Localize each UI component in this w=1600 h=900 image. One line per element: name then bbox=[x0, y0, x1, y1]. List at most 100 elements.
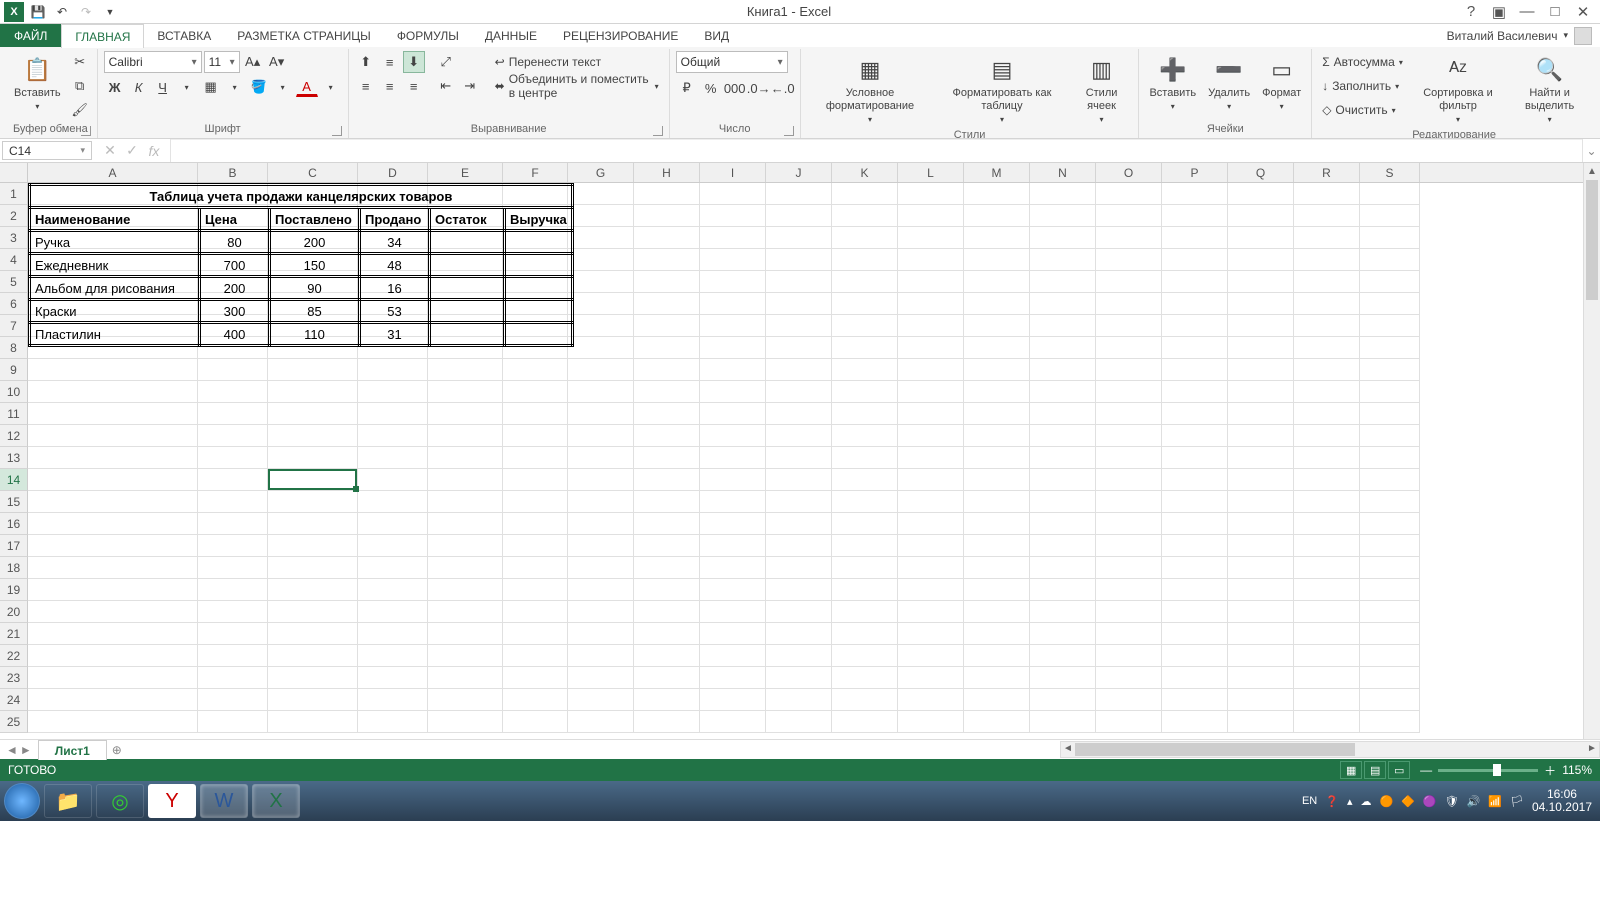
cell[interactable] bbox=[503, 183, 568, 205]
cell[interactable] bbox=[568, 579, 634, 601]
cell[interactable] bbox=[1360, 667, 1420, 689]
cell[interactable] bbox=[1360, 183, 1420, 205]
tray-icon[interactable]: 🟣 bbox=[1423, 795, 1437, 808]
cell[interactable] bbox=[898, 667, 964, 689]
formula-input[interactable] bbox=[171, 139, 1582, 162]
cell[interactable] bbox=[268, 645, 358, 667]
cell[interactable] bbox=[28, 513, 198, 535]
cell[interactable] bbox=[1294, 491, 1360, 513]
cell[interactable] bbox=[1030, 491, 1096, 513]
orientation-button[interactable]: ⤢ bbox=[435, 51, 457, 73]
cell[interactable] bbox=[1162, 491, 1228, 513]
borders-button[interactable]: ▦ bbox=[200, 76, 222, 98]
cell[interactable] bbox=[832, 271, 898, 293]
cell[interactable] bbox=[1030, 469, 1096, 491]
cell[interactable] bbox=[766, 227, 832, 249]
app-taskbar-button[interactable]: ◎ bbox=[96, 784, 144, 818]
cell[interactable] bbox=[28, 315, 198, 337]
cell[interactable] bbox=[198, 623, 268, 645]
cell[interactable] bbox=[964, 425, 1030, 447]
cell[interactable] bbox=[268, 359, 358, 381]
user-account[interactable]: Виталий Василевич ▾ bbox=[1439, 24, 1600, 47]
paste-button[interactable]: 📋 Вставить ▾ bbox=[10, 51, 65, 115]
cell[interactable] bbox=[964, 205, 1030, 227]
cell[interactable] bbox=[634, 315, 700, 337]
cell[interactable] bbox=[766, 381, 832, 403]
cell[interactable] bbox=[568, 711, 634, 733]
cell[interactable] bbox=[1096, 645, 1162, 667]
cell[interactable] bbox=[832, 601, 898, 623]
cell[interactable] bbox=[1030, 337, 1096, 359]
cell[interactable] bbox=[428, 183, 503, 205]
zoom-control[interactable]: — ＋ 115% bbox=[1420, 762, 1592, 779]
cell[interactable] bbox=[634, 227, 700, 249]
cell[interactable] bbox=[1162, 359, 1228, 381]
cell[interactable] bbox=[268, 249, 358, 271]
cell[interactable] bbox=[832, 359, 898, 381]
cell[interactable] bbox=[1360, 535, 1420, 557]
row-header[interactable]: 23 bbox=[0, 667, 28, 689]
cell[interactable] bbox=[358, 689, 428, 711]
row-header[interactable]: 21 bbox=[0, 623, 28, 645]
row-header[interactable]: 25 bbox=[0, 711, 28, 733]
cell[interactable] bbox=[428, 425, 503, 447]
excel-taskbar-button[interactable]: X bbox=[252, 784, 300, 818]
cell[interactable] bbox=[1096, 623, 1162, 645]
cell[interactable] bbox=[503, 623, 568, 645]
cell[interactable] bbox=[1228, 271, 1294, 293]
cell[interactable] bbox=[503, 337, 568, 359]
row-header[interactable]: 9 bbox=[0, 359, 28, 381]
cell[interactable] bbox=[1228, 689, 1294, 711]
clock[interactable]: 16:0604.10.2017 bbox=[1532, 788, 1592, 814]
cell[interactable] bbox=[766, 447, 832, 469]
cell[interactable] bbox=[358, 183, 428, 205]
cell[interactable] bbox=[28, 557, 198, 579]
cell[interactable] bbox=[898, 227, 964, 249]
cell[interactable] bbox=[568, 403, 634, 425]
cell[interactable] bbox=[700, 711, 766, 733]
cell[interactable] bbox=[1096, 557, 1162, 579]
cell[interactable] bbox=[1030, 623, 1096, 645]
cell[interactable] bbox=[898, 403, 964, 425]
cell[interactable] bbox=[1360, 293, 1420, 315]
cell[interactable] bbox=[1360, 579, 1420, 601]
cell[interactable] bbox=[700, 535, 766, 557]
cell[interactable] bbox=[198, 513, 268, 535]
cell[interactable] bbox=[700, 227, 766, 249]
cell[interactable] bbox=[28, 337, 198, 359]
cell[interactable] bbox=[358, 249, 428, 271]
cell[interactable] bbox=[1162, 425, 1228, 447]
row-header[interactable]: 3 bbox=[0, 227, 28, 249]
cell[interactable] bbox=[568, 491, 634, 513]
column-header[interactable]: E bbox=[428, 163, 503, 182]
column-header[interactable]: K bbox=[832, 163, 898, 182]
tray-icon[interactable]: 🟠 bbox=[1379, 795, 1393, 808]
cell[interactable] bbox=[634, 205, 700, 227]
cell[interactable] bbox=[1096, 601, 1162, 623]
cell[interactable] bbox=[198, 469, 268, 491]
cell[interactable] bbox=[428, 689, 503, 711]
fill-button[interactable]: ↓Заполнить▾ bbox=[1318, 75, 1407, 97]
cell[interactable] bbox=[1228, 623, 1294, 645]
cell[interactable] bbox=[964, 513, 1030, 535]
cell[interactable] bbox=[268, 381, 358, 403]
cell[interactable] bbox=[428, 359, 503, 381]
cell[interactable] bbox=[503, 601, 568, 623]
enter-formula-button[interactable]: ✓ bbox=[122, 142, 142, 159]
cell[interactable] bbox=[700, 601, 766, 623]
cell[interactable] bbox=[568, 381, 634, 403]
cell[interactable] bbox=[428, 623, 503, 645]
ribbon-options-button[interactable]: ▣ bbox=[1488, 2, 1510, 22]
cell[interactable] bbox=[428, 513, 503, 535]
cell[interactable] bbox=[634, 425, 700, 447]
cell[interactable] bbox=[1162, 689, 1228, 711]
horizontal-scrollbar[interactable]: ◄► bbox=[1060, 741, 1600, 758]
align-middle-button[interactable]: ≡ bbox=[379, 51, 401, 73]
cell[interactable] bbox=[766, 601, 832, 623]
cell[interactable] bbox=[1360, 645, 1420, 667]
cell[interactable] bbox=[1162, 227, 1228, 249]
cell[interactable] bbox=[1096, 227, 1162, 249]
row-header[interactable]: 10 bbox=[0, 381, 28, 403]
tab-page-layout[interactable]: РАЗМЕТКА СТРАНИЦЫ bbox=[224, 24, 384, 47]
cell[interactable] bbox=[832, 183, 898, 205]
